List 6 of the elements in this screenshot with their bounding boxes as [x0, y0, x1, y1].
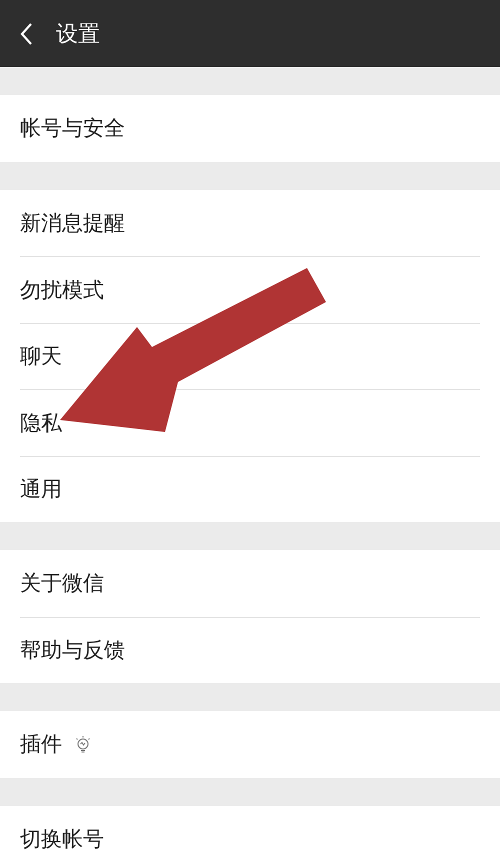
settings-item[interactable]: 新消息提醒: [20, 190, 480, 256]
lightbulb-icon: [74, 735, 92, 754]
page-title: 设置: [56, 20, 100, 48]
settings-item[interactable]: 通用: [20, 456, 480, 522]
settings-item[interactable]: 关于微信: [20, 550, 480, 616]
settings-item[interactable]: 帮助与反馈: [20, 616, 480, 683]
